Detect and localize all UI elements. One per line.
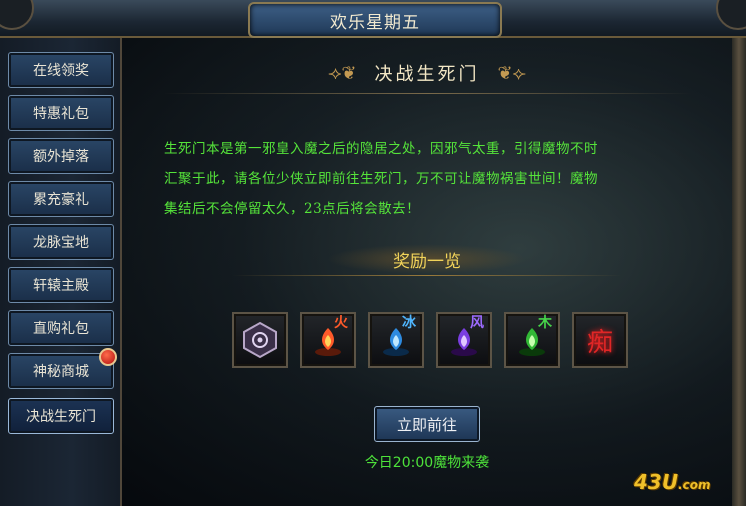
reward-slot-emblem[interactable] [232,312,288,368]
reward-slot-fire[interactable]: 火 [300,312,356,368]
game-window: 欢乐星期五 在线领奖 特惠礼包 额外掉落 累充豪礼 龙脉宝地 轩辕主殿 直购礼包… [0,0,746,506]
wood-glyph: 木 [538,315,552,331]
rune-icon: 痴 [586,327,613,358]
sidebar-item-xuanyuan-hall[interactable]: 轩辕主殿 [8,267,114,303]
header-divider [162,93,692,94]
sidebar-item-label: 特惠礼包 [33,106,89,122]
event-header: ⟢❦ 决战生死门 ❦⟣ [297,56,557,90]
emblem-icon [243,321,277,359]
right-frame-border [732,38,746,506]
left-ornament-icon: ⟢❦ [328,62,357,84]
logo-main: 43U [634,470,679,494]
sidebar-item-label: 轩辕主殿 [33,278,89,294]
site-watermark-logo: 43U.com [634,470,711,494]
sidebar-item-mystery-shop[interactable]: 神秘商城 [8,348,117,389]
left-corner-ornament [0,0,34,30]
sidebar-item-label: 累充豪礼 [33,192,89,208]
sidebar-item-extra-drop[interactable]: 额外掉落 [8,138,114,174]
right-corner-ornament [716,0,746,30]
right-ornament-icon: ❦⟣ [497,62,526,84]
notification-badge [99,348,117,366]
reward-heading: 奖励一览 [327,244,527,274]
reward-slot-rune[interactable]: 痴 [572,312,628,368]
reward-slot-wind[interactable]: 风 [436,312,492,368]
event-description: 生死门本是第一邪皇入魔之后的隐居之处，因邪气太重，引得魔物不时 汇聚于此，请各位… [164,134,704,224]
ice-glyph: 冰 [402,315,416,331]
reward-divider [232,275,622,276]
window-title: 欢乐星期五 [248,2,502,38]
sidebar-item-label: 直购礼包 [33,321,89,337]
description-line: 生死门本是第一邪皇入魔之后的隐居之处，因邪气太重，引得魔物不时 [164,141,598,157]
sidebar-item-label: 决战生死门 [26,409,96,425]
sidebar-item-label: 额外掉落 [33,149,89,165]
go-now-button[interactable]: 立即前往 [374,406,480,442]
reward-slot-wood[interactable]: 木 [504,312,560,368]
wind-glyph: 风 [470,315,484,331]
sidebar-item-special-pack[interactable]: 特惠礼包 [8,95,114,131]
sidebar-item-label: 在线领奖 [33,63,89,79]
sidebar-item-online-reward[interactable]: 在线领奖 [8,52,114,88]
sidebar-item-dragon-vein[interactable]: 龙脉宝地 [8,224,114,260]
fire-glyph: 火 [334,315,348,331]
event-panel: ⟢❦ 决战生死门 ❦⟣ 生死门本是第一邪皇入魔之后的隐居之处，因邪气太重，引得魔… [122,38,732,506]
sidebar-item-recharge-gift[interactable]: 累充豪礼 [8,181,114,217]
sidebar-item-life-death-gate[interactable]: 决战生死门 [8,398,114,434]
reward-slot-ice[interactable]: 冰 [368,312,424,368]
event-time-notice: 今日20:00魔物来袭 [364,455,490,471]
sidebar-item-label: 龙脉宝地 [33,235,89,251]
sidebar-item-label: 神秘商城 [33,364,89,380]
sidebar: 在线领奖 特惠礼包 额外掉落 累充豪礼 龙脉宝地 轩辕主殿 直购礼包 神秘商城 … [0,38,122,506]
logo-suffix: .com [678,478,711,492]
description-line: 集结后不会停留太久，23点后将会散去！ [164,201,421,217]
title-bar: 欢乐星期五 [0,0,746,38]
description-line: 汇聚于此，请各位少侠立即前往生死门，万不可让魔物祸害世间！魔物 [164,171,598,187]
sidebar-item-direct-pack[interactable]: 直购礼包 [8,310,114,346]
event-title: 决战生死门 [374,64,480,85]
